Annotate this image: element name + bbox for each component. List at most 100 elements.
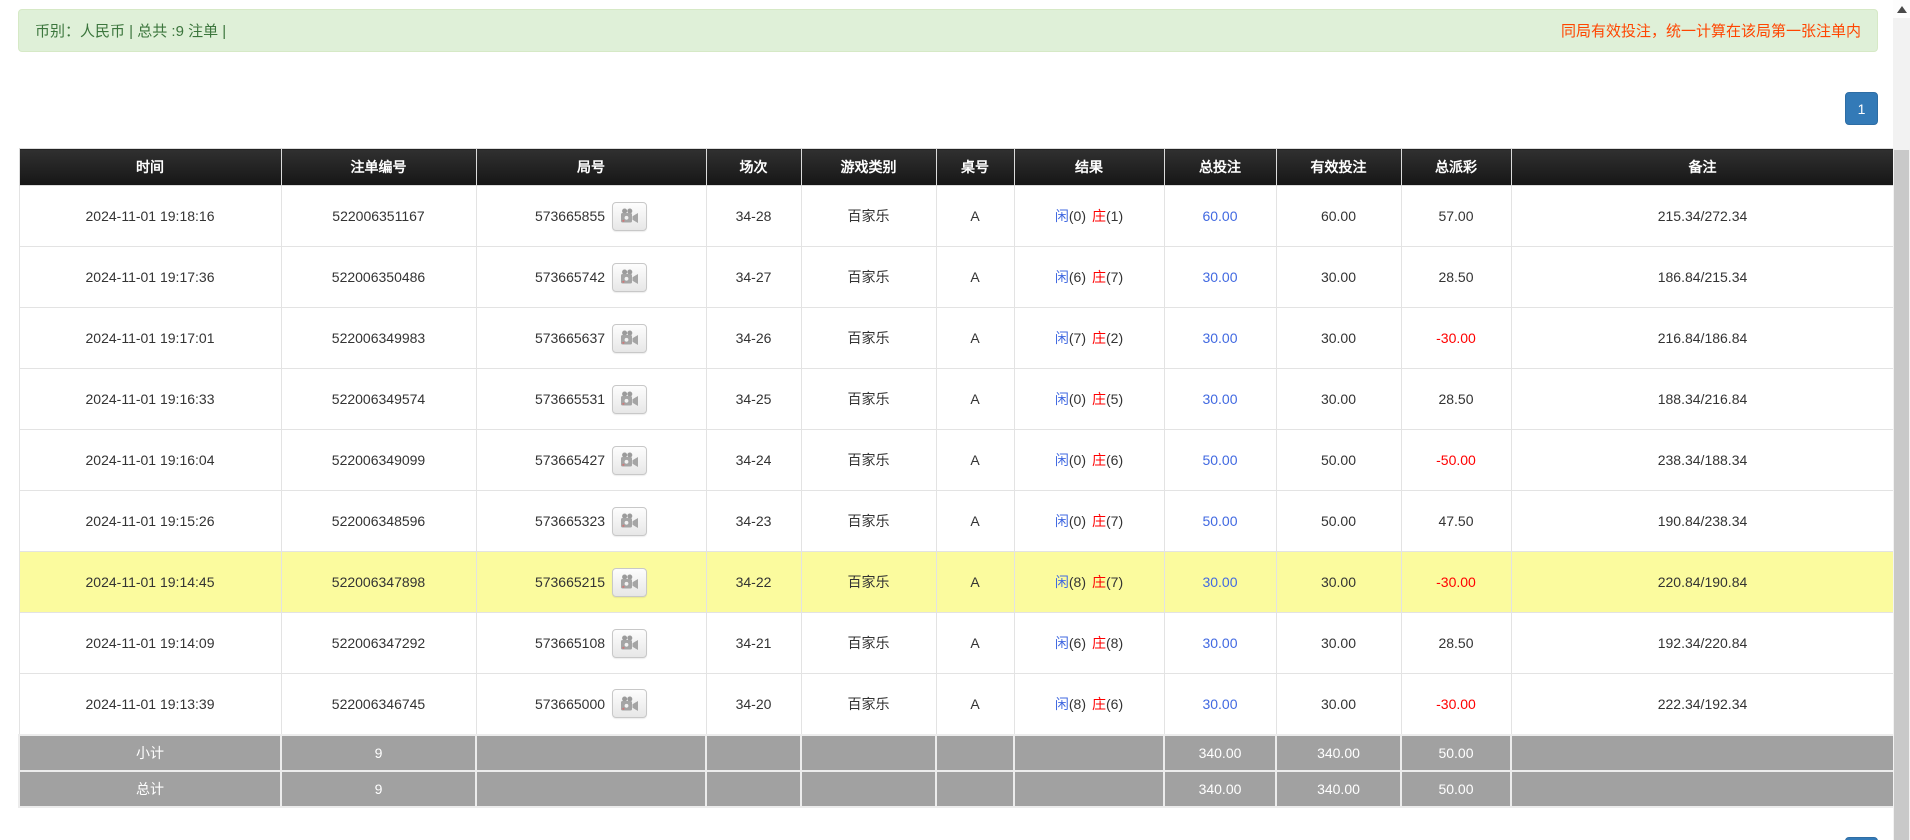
remark-cell: 222.34/192.34 bbox=[1511, 674, 1894, 735]
player-result-label: 闲 bbox=[1055, 513, 1069, 529]
player-result-score: (6) bbox=[1069, 269, 1086, 285]
summary-empty-cell bbox=[801, 735, 936, 771]
scrollbar-thumb[interactable] bbox=[1894, 150, 1909, 840]
column-header: 结果 bbox=[1014, 149, 1164, 186]
round-replay-button[interactable] bbox=[612, 629, 647, 658]
banker-result-label: 庄 bbox=[1092, 269, 1106, 285]
banker-result-score: (7) bbox=[1106, 269, 1123, 285]
video-replay-icon bbox=[620, 513, 639, 529]
table-row[interactable]: 2024-11-01 19:16:04 522006349099 5736654… bbox=[19, 430, 1894, 491]
summary-count-cell: 9 bbox=[281, 771, 476, 807]
payout-cell: 57.00 bbox=[1401, 186, 1511, 247]
remark-cell: 216.84/186.84 bbox=[1511, 308, 1894, 369]
currency-bet-count-summary: 币别：人民币 | 总共 :9 注单 | bbox=[35, 20, 226, 41]
summary-empty-cell bbox=[706, 735, 801, 771]
video-replay-icon bbox=[620, 391, 639, 407]
player-result-score: (0) bbox=[1069, 391, 1086, 407]
table-number-cell: A bbox=[936, 552, 1014, 613]
scrollbar-up-arrow-button[interactable] bbox=[1893, 0, 1910, 18]
session-cell: 34-26 bbox=[706, 308, 801, 369]
total-bet-cell[interactable]: 30.00 bbox=[1164, 674, 1276, 735]
summary-label-cell: 总计 bbox=[19, 771, 281, 807]
round-number: 573665742 bbox=[535, 269, 605, 285]
banker-result-score: (6) bbox=[1106, 696, 1123, 712]
table-row[interactable]: 2024-11-01 19:14:45 522006347898 5736652… bbox=[19, 552, 1894, 613]
payout-cell: -50.00 bbox=[1401, 430, 1511, 491]
game-type-cell: 百家乐 bbox=[801, 186, 936, 247]
summary-empty-cell bbox=[706, 771, 801, 807]
total-bet-cell[interactable]: 50.00 bbox=[1164, 491, 1276, 552]
bet-number-cell: 522006350486 bbox=[281, 247, 476, 308]
table-row[interactable]: 2024-11-01 19:17:36 522006350486 5736657… bbox=[19, 247, 1894, 308]
banker-result-label: 庄 bbox=[1092, 513, 1106, 529]
total-bet-cell[interactable]: 30.00 bbox=[1164, 613, 1276, 674]
table-header-row: 时间注单编号局号场次游戏类别桌号结果总投注有效投注总派彩备注 bbox=[19, 149, 1894, 186]
table-row[interactable]: 2024-11-01 19:18:16 522006351167 5736658… bbox=[19, 186, 1894, 247]
summary-valid-bet-cell: 340.00 bbox=[1276, 735, 1401, 771]
total-bet-cell[interactable]: 30.00 bbox=[1164, 552, 1276, 613]
session-cell: 34-27 bbox=[706, 247, 801, 308]
total-bet-cell[interactable]: 30.00 bbox=[1164, 247, 1276, 308]
round-number: 573665637 bbox=[535, 330, 605, 346]
remark-cell: 188.34/216.84 bbox=[1511, 369, 1894, 430]
bet-number-cell: 522006346745 bbox=[281, 674, 476, 735]
round-replay-button[interactable] bbox=[612, 507, 647, 536]
video-replay-icon bbox=[620, 635, 639, 651]
total-bet-cell[interactable]: 30.00 bbox=[1164, 369, 1276, 430]
summary-count-cell: 9 bbox=[281, 735, 476, 771]
table-row[interactable]: 2024-11-01 19:15:26 522006348596 5736653… bbox=[19, 491, 1894, 552]
total-bet-cell[interactable]: 50.00 bbox=[1164, 430, 1276, 491]
payout-cell: -30.00 bbox=[1401, 308, 1511, 369]
game-type-cell: 百家乐 bbox=[801, 491, 936, 552]
table-row[interactable]: 2024-11-01 19:17:01 522006349983 5736656… bbox=[19, 308, 1894, 369]
table-row[interactable]: 2024-11-01 19:16:33 522006349574 5736655… bbox=[19, 369, 1894, 430]
round-replay-button[interactable] bbox=[612, 568, 647, 597]
banker-result-score: (7) bbox=[1106, 513, 1123, 529]
player-result-score: (0) bbox=[1069, 208, 1086, 224]
payout-cell: 28.50 bbox=[1401, 247, 1511, 308]
total-bet-cell[interactable]: 30.00 bbox=[1164, 308, 1276, 369]
payout-cell: 47.50 bbox=[1401, 491, 1511, 552]
banker-result-label: 庄 bbox=[1092, 696, 1106, 712]
valid-bet-cell: 30.00 bbox=[1276, 552, 1401, 613]
session-cell: 34-20 bbox=[706, 674, 801, 735]
total-bet-cell[interactable]: 60.00 bbox=[1164, 186, 1276, 247]
bet-number-cell: 522006349983 bbox=[281, 308, 476, 369]
session-cell: 34-25 bbox=[706, 369, 801, 430]
round-replay-button[interactable] bbox=[612, 324, 647, 353]
round-number: 573665215 bbox=[535, 574, 605, 590]
time-cell: 2024-11-01 19:17:01 bbox=[19, 308, 281, 369]
banker-result-label: 庄 bbox=[1092, 574, 1106, 590]
round-number-cell: 573665108 bbox=[476, 613, 706, 674]
player-result-score: (8) bbox=[1069, 574, 1086, 590]
result-cell: 闲(0)庄(6) bbox=[1014, 430, 1164, 491]
column-header: 时间 bbox=[19, 149, 281, 186]
bet-records-table: 时间注单编号局号场次游戏类别桌号结果总投注有效投注总派彩备注 2024-11-0… bbox=[18, 148, 1895, 808]
table-row[interactable]: 2024-11-01 19:13:39 522006346745 5736650… bbox=[19, 674, 1894, 735]
round-replay-button[interactable] bbox=[612, 446, 647, 475]
round-replay-button[interactable] bbox=[612, 385, 647, 414]
table-number-cell: A bbox=[936, 613, 1014, 674]
table-row[interactable]: 2024-11-01 19:14:09 522006347292 5736651… bbox=[19, 613, 1894, 674]
summary-total-bet-cell: 340.00 bbox=[1164, 771, 1276, 807]
bet-number-cell: 522006349099 bbox=[281, 430, 476, 491]
round-number: 573665855 bbox=[535, 208, 605, 224]
table-number-cell: A bbox=[936, 430, 1014, 491]
round-replay-button[interactable] bbox=[612, 689, 647, 718]
column-header: 局号 bbox=[476, 149, 706, 186]
summary-empty-cell bbox=[936, 735, 1014, 771]
banker-result-score: (2) bbox=[1106, 330, 1123, 346]
time-cell: 2024-11-01 19:17:36 bbox=[19, 247, 281, 308]
bet-number-cell: 522006347898 bbox=[281, 552, 476, 613]
round-number: 573665531 bbox=[535, 391, 605, 407]
remark-cell: 215.34/272.34 bbox=[1511, 186, 1894, 247]
round-number-cell: 573665637 bbox=[476, 308, 706, 369]
pagination-page-1-top[interactable]: 1 bbox=[1845, 92, 1878, 125]
round-replay-button[interactable] bbox=[612, 263, 647, 292]
round-replay-button[interactable] bbox=[612, 202, 647, 231]
table-footer: 小计 9 340.00 340.00 50.00 总计 9 340.00 340… bbox=[19, 735, 1894, 807]
round-number-cell: 573665323 bbox=[476, 491, 706, 552]
vertical-scrollbar[interactable] bbox=[1893, 0, 1910, 840]
banker-result-label: 庄 bbox=[1092, 635, 1106, 651]
session-cell: 34-22 bbox=[706, 552, 801, 613]
